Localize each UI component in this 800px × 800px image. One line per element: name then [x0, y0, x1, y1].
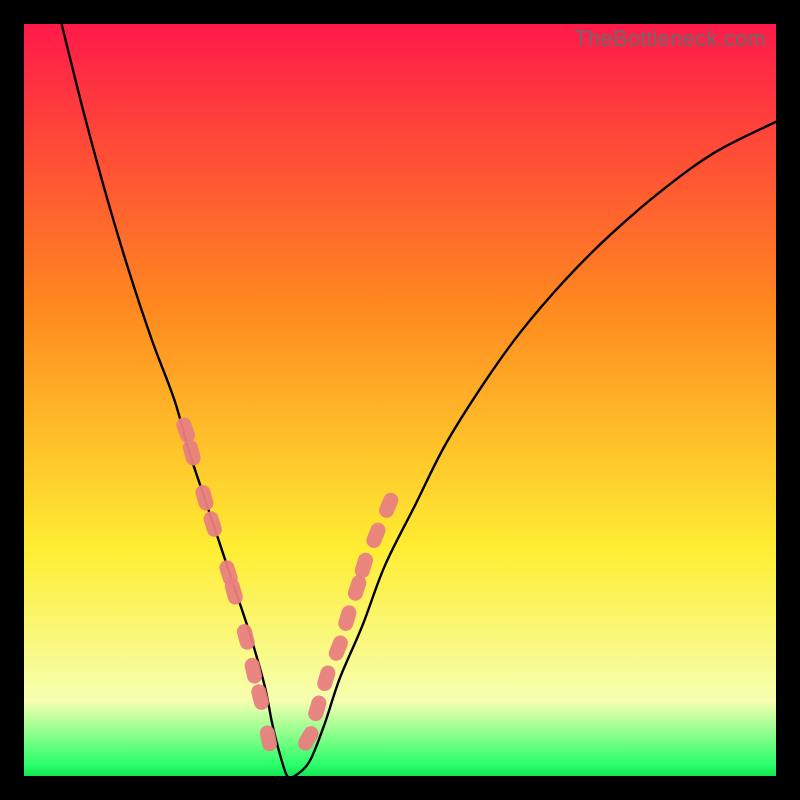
watermark-label: TheBottleneck.com [574, 26, 766, 52]
chart-frame: TheBottleneck.com [24, 24, 776, 776]
heatmap-background [24, 24, 776, 776]
bottleneck-chart [24, 24, 776, 776]
